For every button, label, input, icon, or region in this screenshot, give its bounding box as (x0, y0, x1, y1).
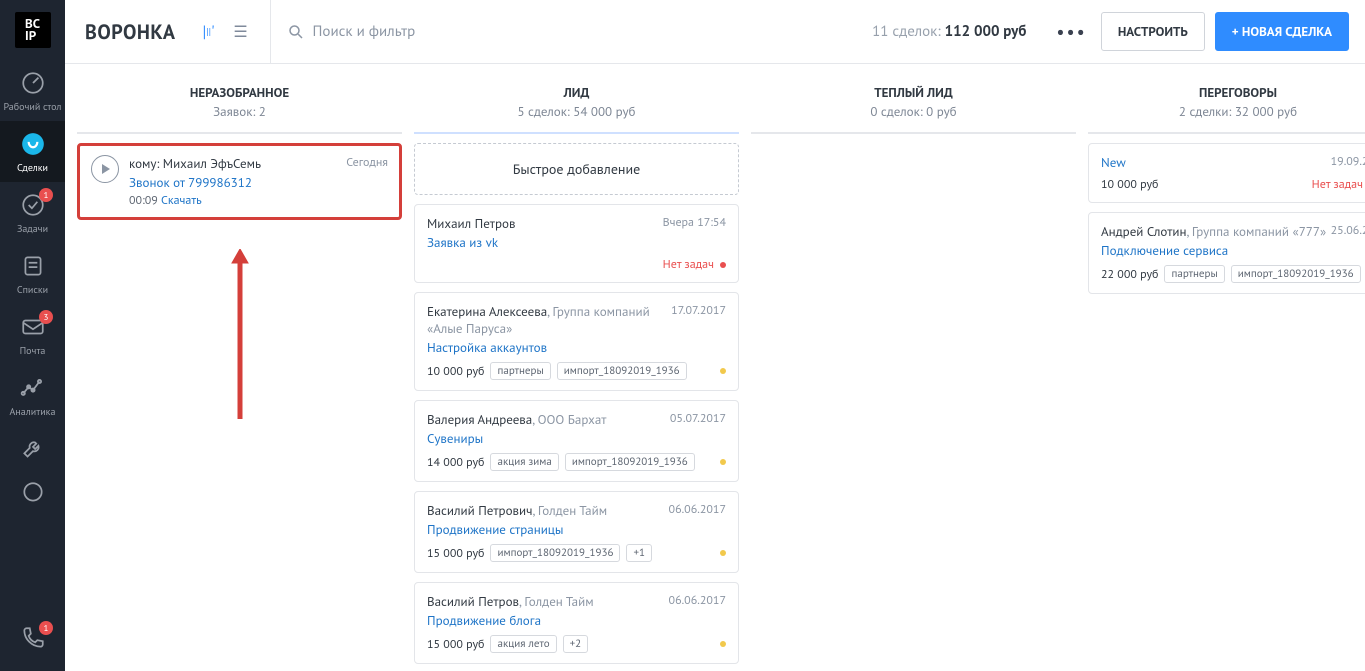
quick-add-card[interactable]: Быстрое добавление (414, 143, 739, 195)
page-title: ВОРОНКА (65, 19, 196, 45)
nav-dashboard[interactable]: Рабочий стол (0, 60, 65, 121)
sidebar: BCIP Рабочий стол Сделки 1 Задачи Списки… (0, 0, 65, 671)
annotation-arrow (230, 249, 250, 424)
analytics-icon (20, 375, 46, 401)
view-pipeline-icon[interactable]: |||' (196, 19, 222, 45)
play-icon[interactable] (91, 155, 119, 183)
new-deal-button[interactable]: + НОВАЯ СДЕЛКА (1215, 12, 1349, 51)
deal-card[interactable]: Валерия Андреева, ООО Бархат05.07.2017Су… (414, 400, 739, 482)
column-warm-lead: ТЕПЛЫЙ ЛИД 0 сделок: 0 руб (751, 78, 1076, 657)
column-header: НЕРАЗОБРАННОЕ Заявок: 2 (77, 78, 402, 134)
nav-chat[interactable] (0, 470, 65, 514)
settings-button[interactable]: НАСТРОИТЬ (1101, 12, 1205, 51)
view-list-icon[interactable]: ☰ (228, 19, 254, 45)
call-card[interactable]: кому: Михаил ЭфъСемь Сегодня Звонок от 7… (77, 143, 402, 220)
topbar: ВОРОНКА |||' ☰ Поиск и фильтр 11 сделок:… (65, 0, 1365, 64)
deals-summary: 11 сделок: 112 000 руб (872, 22, 1042, 41)
badge: 1 (39, 621, 53, 635)
nav-analytics[interactable]: Аналитика (0, 365, 65, 426)
search-input[interactable]: Поиск и фильтр (271, 22, 873, 41)
column-header: ТЕПЛЫЙ ЛИД 0 сделок: 0 руб (751, 78, 1076, 134)
chat-icon (20, 480, 46, 506)
list-icon (20, 253, 46, 279)
nav-lists[interactable]: Списки (0, 243, 65, 304)
badge: 3 (39, 310, 53, 324)
gauge-icon (20, 70, 46, 96)
column-header: ЛИД 5 сделок: 54 000 руб (414, 78, 739, 134)
download-link[interactable]: Скачать (161, 193, 202, 208)
deals-icon (20, 131, 46, 157)
nav-mail[interactable]: 3 Почта (0, 304, 65, 365)
column-lead: ЛИД 5 сделок: 54 000 руб Быстрое добавле… (414, 78, 739, 657)
deal-card[interactable]: Андрей Слотин, Группа компаний «777»25.0… (1088, 212, 1365, 294)
nav-tasks[interactable]: 1 Задачи (0, 182, 65, 243)
nav-deals[interactable]: Сделки (0, 121, 65, 182)
column-header: ПЕРЕГОВОРЫ 2 сделки: 32 000 руб (1088, 78, 1365, 134)
logo: BCIP (15, 12, 51, 48)
badge: 1 (39, 188, 53, 202)
nav-phone[interactable]: 1 (0, 615, 65, 659)
search-icon (287, 23, 305, 41)
nav-settings[interactable] (0, 426, 65, 470)
column-negotiation: ПЕРЕГОВОРЫ 2 сделки: 32 000 руб New19.09… (1088, 78, 1365, 657)
more-icon[interactable]: ••• (1042, 20, 1100, 43)
column-unsorted: НЕРАЗОБРАННОЕ Заявок: 2 кому: Михаил Эфъ… (77, 78, 402, 657)
wrench-icon (20, 436, 46, 462)
deal-card[interactable]: New19.09.2010 000 рубНет задач (1088, 143, 1365, 203)
deal-card[interactable]: Василий Петрович, Голден Тайм06.06.2017П… (414, 491, 739, 573)
deal-card[interactable]: Василий Петров, Голден Тайм06.06.2017Про… (414, 582, 739, 664)
deal-card[interactable]: Михаил ПетровВчера 17:54Заявка из vkНет … (414, 204, 739, 283)
pipeline: НЕРАЗОБРАННОЕ Заявок: 2 кому: Михаил Эфъ… (65, 64, 1365, 671)
deal-card[interactable]: Екатерина Алексеева, Группа компаний «Ал… (414, 292, 739, 391)
